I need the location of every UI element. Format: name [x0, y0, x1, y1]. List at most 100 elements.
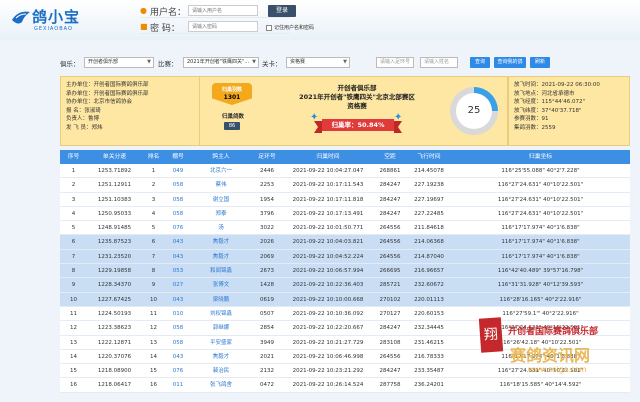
club-select[interactable]: 开创者俱乐部 ▼ [84, 57, 154, 68]
column-header[interactable]: 空距 [373, 150, 407, 164]
chevron-down-icon: ▼ [147, 59, 151, 65]
table-cell[interactable]: 058 [165, 178, 191, 191]
table-cell: 2021-09-22 10:04:52.224 [292, 253, 364, 260]
table-cell: 270127 [379, 310, 401, 317]
table-cell: 220.60153 [414, 310, 444, 317]
table-cell[interactable]: 043 [165, 293, 191, 306]
table-cell: 211.84618 [414, 225, 444, 232]
pigeon-logo-icon [12, 11, 30, 24]
column-header[interactable]: 鸽主人 [191, 150, 251, 164]
table-cell: 116°27'24.631" 40°10'22.501" [497, 210, 584, 217]
table-cell[interactable]: 郑泰 [191, 207, 251, 220]
table-row[interactable]: 5 1248.91485 5 076 汤 3022 2021-09-22 10:01:50.… [60, 221, 630, 236]
table-row[interactable]: 3 1251.10383 3 058 谢立国 1954 2021-09-22 10:17:1… [60, 192, 630, 207]
table-cell[interactable]: 058 [165, 336, 191, 349]
column-header[interactable]: 足环号 [251, 150, 283, 164]
table-cell[interactable]: 058 [165, 193, 191, 206]
info-line: 承办单位：开创者国际赛鸽俱乐部 [66, 90, 149, 97]
table-cell[interactable]: 010 [165, 307, 191, 320]
table-cell: 284247 [379, 325, 401, 332]
table-cell: 116°17'17.974" 40°1'6.838" [501, 225, 580, 232]
checkbox-icon[interactable] [266, 24, 272, 31]
table-cell: 3 [151, 196, 156, 203]
table-cell: 2021-09-22 10:10:36.092 [292, 310, 364, 317]
gauge-value: 25 [456, 93, 492, 129]
my-pigeon-button[interactable]: 查询我的鸽 [494, 57, 526, 68]
filter-bar: 俱乐： 开创者俱乐部 ▼ 比赛： 2021年开创者"铁鹰四关"... ▼ 关卡： 资… [0, 54, 640, 72]
table-cell: 15 [70, 368, 77, 375]
table-cell[interactable]: 梁晓鹏 [191, 293, 251, 306]
column-header[interactable]: 排名 [142, 150, 165, 164]
column-header[interactable]: 棚号 [165, 150, 191, 164]
table-cell[interactable]: 076 [165, 221, 191, 234]
table-cell: 116°28'16.165" 40°2'22.916" [499, 296, 582, 303]
table-row[interactable]: 8 1229.19858 8 053 和闻锦鑫 2673 2021-09-22 10:06:… [60, 264, 630, 279]
table-cell[interactable]: 043 [165, 235, 191, 248]
table-cell: 2021-09-22 10:06:46.998 [292, 353, 364, 360]
table-cell[interactable]: 焦毅才 [191, 235, 251, 248]
table-cell[interactable]: 刘权锦鑫 [191, 307, 251, 320]
ring-number-input[interactable]: 请输入足环号 [376, 57, 414, 68]
column-header[interactable]: 归巢时间 [283, 150, 373, 164]
table-cell: 2026 [260, 239, 274, 246]
table-cell[interactable]: 张博文 [191, 278, 251, 291]
table-cell[interactable]: 谢立国 [191, 193, 251, 206]
table-cell[interactable]: 蔡伟 [191, 178, 251, 191]
password-input[interactable] [188, 21, 258, 32]
table-cell[interactable]: 053 [165, 264, 191, 277]
name-input[interactable]: 请输入姓名 [420, 57, 458, 68]
table-cell[interactable]: 043 [165, 250, 191, 263]
refresh-button[interactable]: 刷新 [530, 57, 550, 68]
lock-icon: ■ [140, 22, 148, 31]
username-input[interactable] [188, 5, 258, 16]
stats-box: 归巢羽数 1301 归巢鸽数 86 [200, 76, 270, 146]
table-cell: 1 [71, 168, 76, 174]
table-cell: 11 [150, 310, 157, 317]
table-cell: 2021-09-22 10:17:11.818 [292, 196, 364, 203]
table-cell[interactable]: 北京六一 [191, 164, 251, 177]
table-cell[interactable]: 058 [165, 207, 191, 220]
column-header[interactable]: 序号 [60, 150, 87, 164]
search-button[interactable]: 查询 [470, 57, 490, 68]
table-cell: 1224.50193 [97, 310, 132, 317]
race-select[interactable]: 2021年开创者"铁鹰四关"... ▼ [183, 57, 259, 68]
table-cell: 16 [150, 382, 157, 389]
table-cell[interactable]: 汤 [191, 221, 251, 234]
login-button[interactable]: 登录 [268, 5, 296, 17]
table-cell: 1222.12871 [97, 339, 132, 346]
brand-subtitle: GEXIAOBAO [34, 26, 73, 32]
remember-checkbox[interactable]: 记住用户名和密码 [266, 24, 314, 31]
table-cell[interactable]: 058 [165, 321, 191, 334]
table-cell[interactable]: 011 [165, 378, 191, 391]
table-cell[interactable]: 049 [165, 164, 191, 177]
table-cell: 3949 [260, 339, 274, 346]
table-cell[interactable]: 裴治民 [191, 364, 251, 377]
table-cell[interactable]: 027 [165, 278, 191, 291]
table-row[interactable]: 1 1253.71892 1 049 北京六一 2446 2021-09-22 10:04:… [60, 164, 630, 179]
table-cell[interactable]: 张飞鸽舍 [191, 378, 251, 391]
column-header[interactable]: 归巢坐标 [451, 150, 630, 164]
table-row[interactable]: 7 1231.23520 7 043 焦毅才 2069 2021-09-22 10:04:5… [60, 249, 630, 265]
table-cell[interactable]: 043 [165, 350, 191, 363]
level-select[interactable]: 资格赛 ▼ [286, 57, 350, 68]
table-cell[interactable]: 平安盛家 [191, 336, 251, 349]
column-header[interactable]: 飞行时间 [407, 150, 451, 164]
table-cell[interactable]: 焦毅才 [191, 250, 251, 263]
table-row[interactable]: 4 1250.95033 4 058 郑泰 3796 2021-09-22 10:17:13… [60, 206, 630, 222]
table-cell[interactable]: 焦毅才 [191, 350, 251, 363]
info-line: 负责人：鲁博 [66, 116, 100, 123]
table-row[interactable]: 2 1251.12911 2 058 蔡伟 2253 2021-09-22 10:17:11… [60, 178, 630, 193]
table-cell[interactable]: 076 [165, 364, 191, 377]
table-cell[interactable]: 和闻锦鑫 [191, 264, 251, 277]
table-row[interactable]: 10 1227.67425 10 043 梁晓鹏 0619 2021-09-22 10:10… [60, 292, 630, 307]
table-cell: 7 [151, 253, 156, 260]
table-cell[interactable]: 郭继娜 [191, 321, 251, 334]
table-cell: 2021 [260, 353, 274, 360]
table-row[interactable]: 9 1228.34370 9 027 张博文 1428 2021-09-22 10:22:3… [60, 278, 630, 293]
table-cell: 284247 [379, 210, 401, 217]
table-cell: 227.19697 [414, 196, 444, 203]
table-cell: 2021-09-22 10:21:27.729 [292, 339, 364, 346]
table-row[interactable]: 6 1235.87523 6 043 焦毅才 2026 2021-09-22 10:04:0… [60, 235, 630, 250]
column-header[interactable]: 单关分速 [87, 150, 142, 164]
table-cell: 116°31'31.928" 40°12'39.593" [497, 282, 584, 289]
